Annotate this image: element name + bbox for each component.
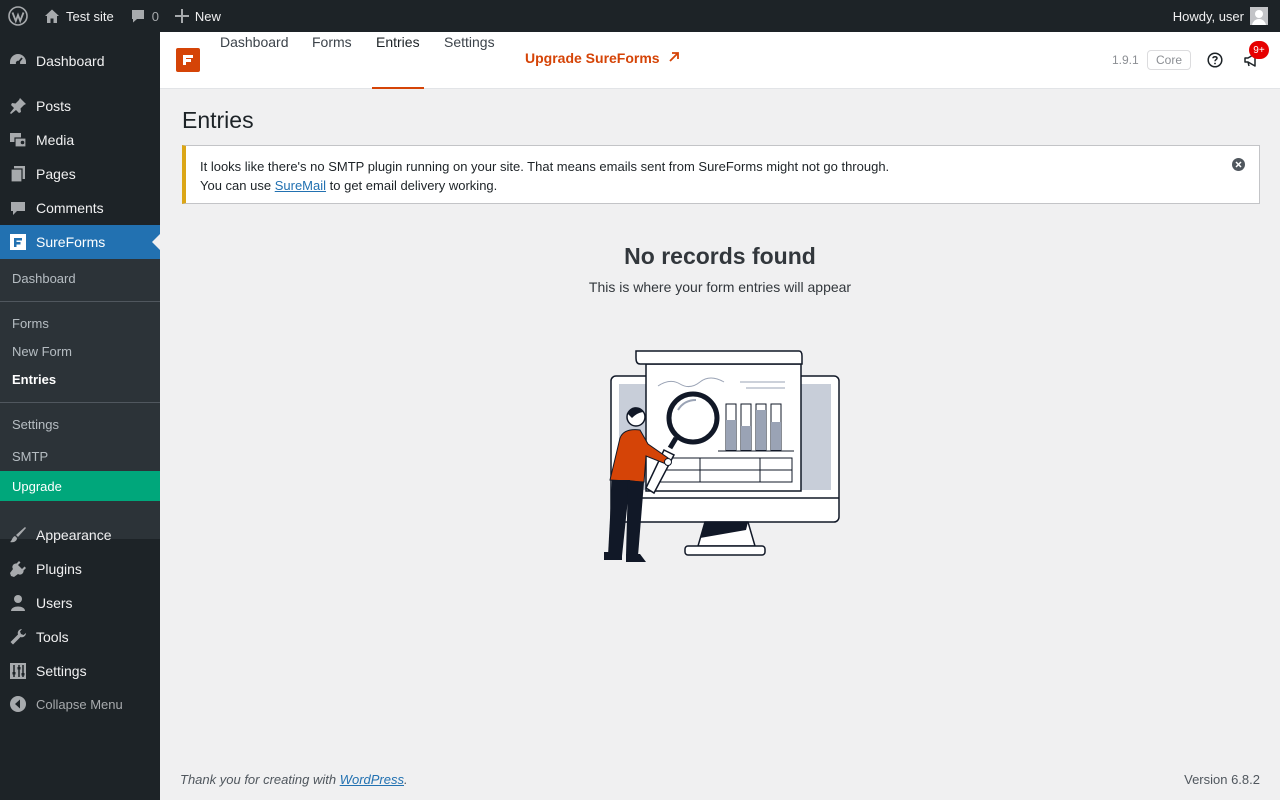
- sidebar-label: Users: [36, 595, 73, 611]
- comment-icon: [130, 8, 146, 24]
- sidebar-label: Media: [36, 132, 75, 148]
- sidebar-item-appearance[interactable]: Appearance: [0, 518, 160, 552]
- upgrade-label: Upgrade SureForms: [525, 50, 660, 66]
- user-icon: [0, 586, 36, 620]
- plugin-header: Dashboard Forms Entries Settings Upgrade…: [160, 32, 1280, 89]
- sureforms-icon: [0, 225, 36, 259]
- notice-text: You can use: [200, 178, 272, 193]
- comments-count: 0: [151, 8, 159, 24]
- sidebar-item-posts[interactable]: Posts: [0, 89, 160, 123]
- sidebar-item-plugins[interactable]: Plugins: [0, 552, 160, 586]
- page-title: Entries: [182, 107, 254, 133]
- sidebar-label: Pages: [36, 166, 76, 182]
- help-icon[interactable]: [1207, 52, 1223, 73]
- site-name: Test site: [66, 8, 114, 24]
- submenu-separator: [0, 402, 160, 403]
- empty-state-description: This is where your form entries will app…: [588, 279, 852, 295]
- collapse-menu-button[interactable]: Collapse Menu: [0, 687, 160, 721]
- sidebar-item-media[interactable]: Media: [0, 123, 160, 157]
- sidebar-item-settings[interactable]: Settings: [0, 654, 160, 688]
- sidebar-label: Settings: [36, 663, 87, 679]
- wordpress-logo-icon[interactable]: [0, 0, 36, 32]
- search-illustration: [604, 350, 840, 562]
- sidebar-item-users[interactable]: Users: [0, 586, 160, 620]
- sidebar-label: SureForms: [36, 234, 106, 250]
- submenu-item-new-form[interactable]: New Form: [0, 337, 160, 365]
- sidebar-item-dashboard[interactable]: Dashboard: [0, 44, 160, 78]
- wordpress-link[interactable]: WordPress: [340, 772, 404, 787]
- submenu-item-upgrade[interactable]: Upgrade: [0, 471, 160, 501]
- new-label: New: [194, 8, 221, 24]
- notice-line-2: You can use SureMail to get email delive…: [200, 176, 1245, 195]
- home-icon: [44, 8, 60, 24]
- footer-thanks-suffix: .: [404, 772, 408, 787]
- version-number: 1.9.1: [1112, 53, 1139, 67]
- upgrade-sureforms-link[interactable]: Upgrade SureForms: [525, 50, 680, 66]
- sidebar-label: Appearance: [36, 527, 112, 543]
- sureforms-logo-icon[interactable]: [176, 48, 200, 72]
- submenu-item-settings[interactable]: Settings: [0, 410, 160, 438]
- avatar: [1250, 7, 1268, 25]
- tab-entries[interactable]: Entries: [372, 32, 424, 89]
- sidebar-item-pages[interactable]: Pages: [0, 157, 160, 191]
- notice-text: to get email delivery working.: [329, 178, 498, 193]
- sidebar-item-tools[interactable]: Tools: [0, 620, 160, 654]
- comments-link[interactable]: 0: [122, 0, 167, 32]
- admin-bar: Test site 0 New Howdy, user: [0, 0, 1280, 32]
- pin-icon: [0, 89, 36, 123]
- submenu-item-entries[interactable]: Entries: [0, 365, 160, 393]
- admin-sidebar: Dashboard Posts Media Pages Comments Sur…: [0, 32, 160, 800]
- suremail-link[interactable]: SureMail: [275, 178, 326, 193]
- smtp-warning-notice: It looks like there's no SMTP plugin run…: [182, 145, 1260, 204]
- submenu-item-smtp[interactable]: SMTP: [0, 442, 160, 470]
- settings-icon: [0, 654, 36, 688]
- footer-thanks-text: Thank you for creating with: [180, 772, 337, 787]
- plus-icon: [174, 9, 189, 23]
- empty-state-title: No records found: [624, 243, 816, 269]
- tab-dashboard[interactable]: Dashboard: [220, 32, 289, 89]
- notice-line-1: It looks like there's no SMTP plugin run…: [200, 159, 890, 174]
- sidebar-item-comments[interactable]: Comments: [0, 191, 160, 225]
- tab-settings[interactable]: Settings: [444, 32, 495, 89]
- submenu-item-forms[interactable]: Forms: [0, 309, 160, 337]
- sidebar-label: Comments: [36, 200, 104, 216]
- notification-badge: 9+: [1249, 41, 1269, 59]
- arrow-up-right-icon: [660, 50, 680, 66]
- wrench-icon: [0, 620, 36, 654]
- tab-forms[interactable]: Forms: [312, 32, 352, 89]
- media-icon: [0, 123, 36, 157]
- sureforms-submenu: Dashboard Forms New Form Entries Setting…: [0, 259, 160, 539]
- submenu-separator: [0, 301, 160, 302]
- sidebar-label: Posts: [36, 98, 72, 114]
- new-content-link[interactable]: New: [167, 0, 229, 32]
- collapse-menu-label: Collapse Menu: [36, 696, 123, 712]
- collapse-arrow-icon: [0, 687, 36, 721]
- edition-badge: Core: [1147, 50, 1192, 70]
- sidebar-item-sureforms[interactable]: SureForms: [0, 225, 160, 259]
- dashboard-icon: [0, 44, 36, 78]
- close-icon[interactable]: [1232, 158, 1245, 171]
- brush-icon: [0, 518, 36, 552]
- footer-version: Version 6.8.2: [1184, 772, 1260, 787]
- greeting: Howdy, user: [1172, 8, 1244, 24]
- footer-thanks: Thank you for creating with WordPress.: [180, 772, 408, 787]
- sidebar-label: Dashboard: [36, 53, 105, 69]
- my-account-link[interactable]: Howdy, user: [1165, 0, 1280, 32]
- plugin-icon: [0, 552, 36, 586]
- pages-icon: [0, 157, 36, 191]
- sidebar-label: Tools: [36, 629, 69, 645]
- site-name-link[interactable]: Test site: [36, 0, 122, 32]
- sidebar-label: Plugins: [36, 561, 82, 577]
- submenu-item-dashboard[interactable]: Dashboard: [0, 264, 160, 292]
- comment-icon: [0, 191, 36, 225]
